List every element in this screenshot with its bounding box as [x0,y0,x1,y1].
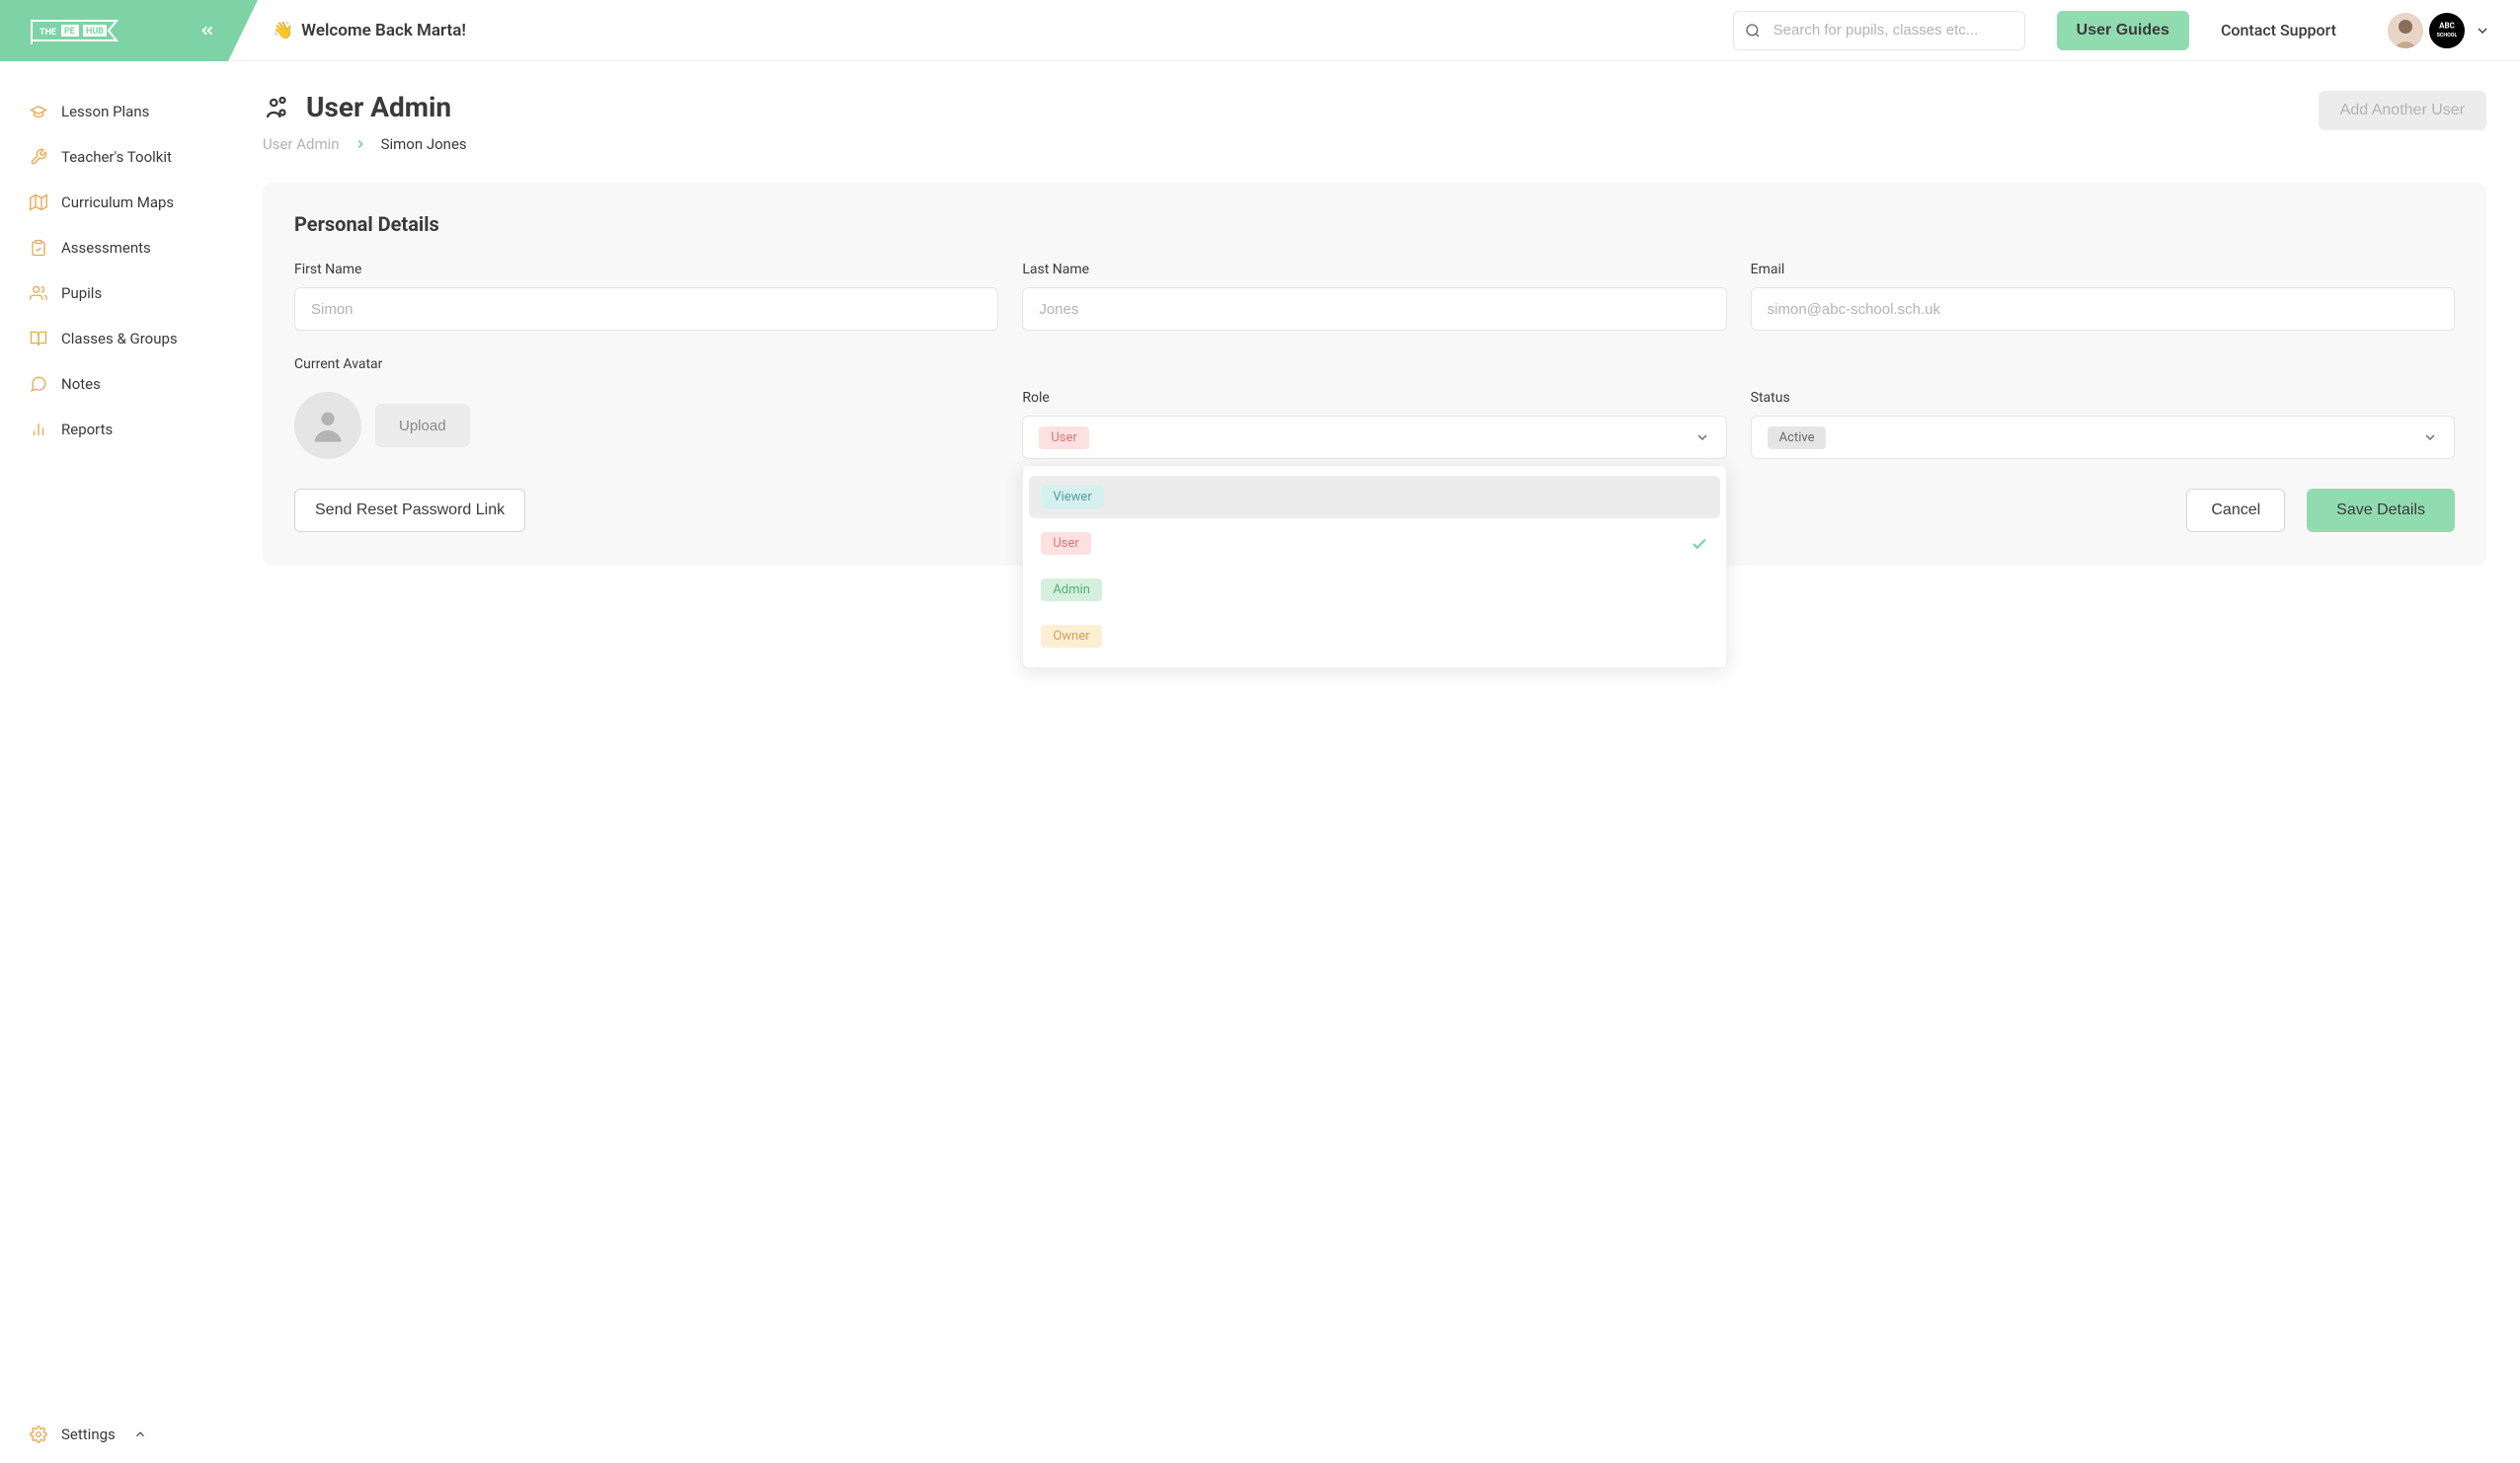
role-option-label: Admin [1041,578,1102,601]
nav: Lesson Plans Teacher's Toolkit Curriculu… [0,61,228,1406]
role-option-admin[interactable]: Admin [1029,569,1719,611]
first-name-input[interactable] [294,287,998,331]
last-name-label: Last Name [1022,262,1726,277]
role-option-label: Owner [1041,625,1101,648]
search-input[interactable] [1733,11,2025,50]
map-icon [30,193,47,211]
chevron-right-icon [354,137,367,151]
search-box [1733,11,2025,50]
page-title: User Admin [306,91,451,123]
chevron-down-icon [2422,429,2438,445]
role-option-owner[interactable]: Owner [1029,615,1719,657]
check-icon [1691,535,1708,553]
sidebar-item-toolkit[interactable]: Teacher's Toolkit [0,134,228,180]
card-title: Personal Details [294,212,2455,236]
user-avatar [2388,13,2423,48]
sidebar: THE PE HUB Lesson Plans Teacher's Toolkit … [0,0,229,1463]
email-label: Email [1751,262,2455,277]
logo-area: THE PE HUB [0,0,228,61]
role-label: Role [1022,390,1726,406]
tools-icon [30,148,47,166]
content: User Admin User Admin Simon Jones Add An… [229,61,2520,1463]
sidebar-item-assessments[interactable]: Assessments [0,225,228,270]
nav-label: Curriculum Maps [61,193,174,211]
save-button[interactable]: Save Details [2307,489,2455,532]
last-name-input[interactable] [1022,287,1726,331]
bar-chart-icon [30,421,47,438]
role-option-label: Viewer [1041,486,1103,508]
svg-text:ABC: ABC [2439,21,2455,30]
search-icon [1745,23,1761,38]
wave-emoji: 👋 [273,21,293,40]
nav-label: Classes & Groups [61,330,178,347]
current-avatar [294,392,361,459]
sidebar-item-curriculum-maps[interactable]: Curriculum Maps [0,180,228,225]
settings-label: Settings [61,1425,116,1443]
sidebar-item-classes-groups[interactable]: Classes & Groups [0,316,228,361]
nav-label: Reports [61,421,113,438]
chevron-down-icon [1694,429,1710,445]
email-input[interactable] [1751,287,2455,331]
svg-text:THE: THE [39,28,56,38]
sidebar-item-lesson-plans[interactable]: Lesson Plans [0,89,228,134]
role-selected-badge: User [1039,426,1088,449]
add-user-button[interactable]: Add Another User [2319,91,2486,130]
reset-password-button[interactable]: Send Reset Password Link [294,489,525,532]
collapse-sidebar-button[interactable] [198,22,216,39]
upload-avatar-button[interactable]: Upload [375,404,470,447]
page-header: User Admin User Admin Simon Jones Add An… [263,91,2486,153]
status-selected-badge: Active [1768,426,1827,449]
role-dropdown: Viewer User Admin Owner [1022,465,1726,668]
svg-text:HUB: HUB [86,27,104,37]
cancel-button[interactable]: Cancel [2186,489,2285,532]
role-option-viewer[interactable]: Viewer [1029,476,1719,518]
chevron-down-icon [2475,23,2490,38]
first-name-label: First Name [294,262,998,277]
users-icon [30,284,47,302]
graduation-cap-icon [30,103,47,120]
svg-text:PE: PE [64,27,75,37]
svg-text:SCHOOL: SCHOOL [2437,33,2458,38]
role-option-label: User [1041,532,1090,555]
clipboard-icon [30,239,47,257]
role-option-user[interactable]: User [1029,522,1719,565]
main: 👋 Welcome Back Marta! User Guides Contac… [229,0,2520,1463]
topbar: 👋 Welcome Back Marta! User Guides Contac… [229,0,2520,61]
breadcrumb: User Admin Simon Jones [263,135,467,153]
role-select[interactable]: User [1022,416,1726,459]
welcome-message: 👋 Welcome Back Marta! [273,21,466,40]
nav-label: Lesson Plans [61,103,149,120]
chevron-up-icon [133,1427,147,1441]
sidebar-item-reports[interactable]: Reports [0,407,228,452]
contact-support-link[interactable]: Contact Support [2221,21,2336,39]
nav-label: Assessments [61,239,151,257]
users-group-icon [263,93,292,122]
nav-label: Notes [61,375,101,393]
status-select[interactable]: Active [1751,416,2455,459]
brand-logo: THE PE HUB [30,17,118,44]
gear-icon [30,1425,47,1443]
breadcrumb-current: Simon Jones [381,135,467,153]
avatar-label: Current Avatar [294,356,998,372]
user-guides-button[interactable]: User Guides [2057,11,2189,50]
status-label: Status [1751,390,2455,406]
nav-label: Teacher's Toolkit [61,148,172,166]
sidebar-item-notes[interactable]: Notes [0,361,228,407]
sidebar-item-pupils[interactable]: Pupils [0,270,228,316]
account-menu[interactable]: ABC SCHOOL [2388,13,2490,48]
welcome-text: Welcome Back Marta! [301,21,466,40]
personal-details-card: Personal Details First Name Last Name Em… [263,183,2486,566]
nav-label: Pupils [61,284,102,302]
school-badge: ABC SCHOOL [2429,13,2465,48]
sidebar-settings[interactable]: Settings [0,1406,228,1463]
chat-icon [30,375,47,393]
breadcrumb-root[interactable]: User Admin [263,135,340,153]
book-icon [30,330,47,347]
